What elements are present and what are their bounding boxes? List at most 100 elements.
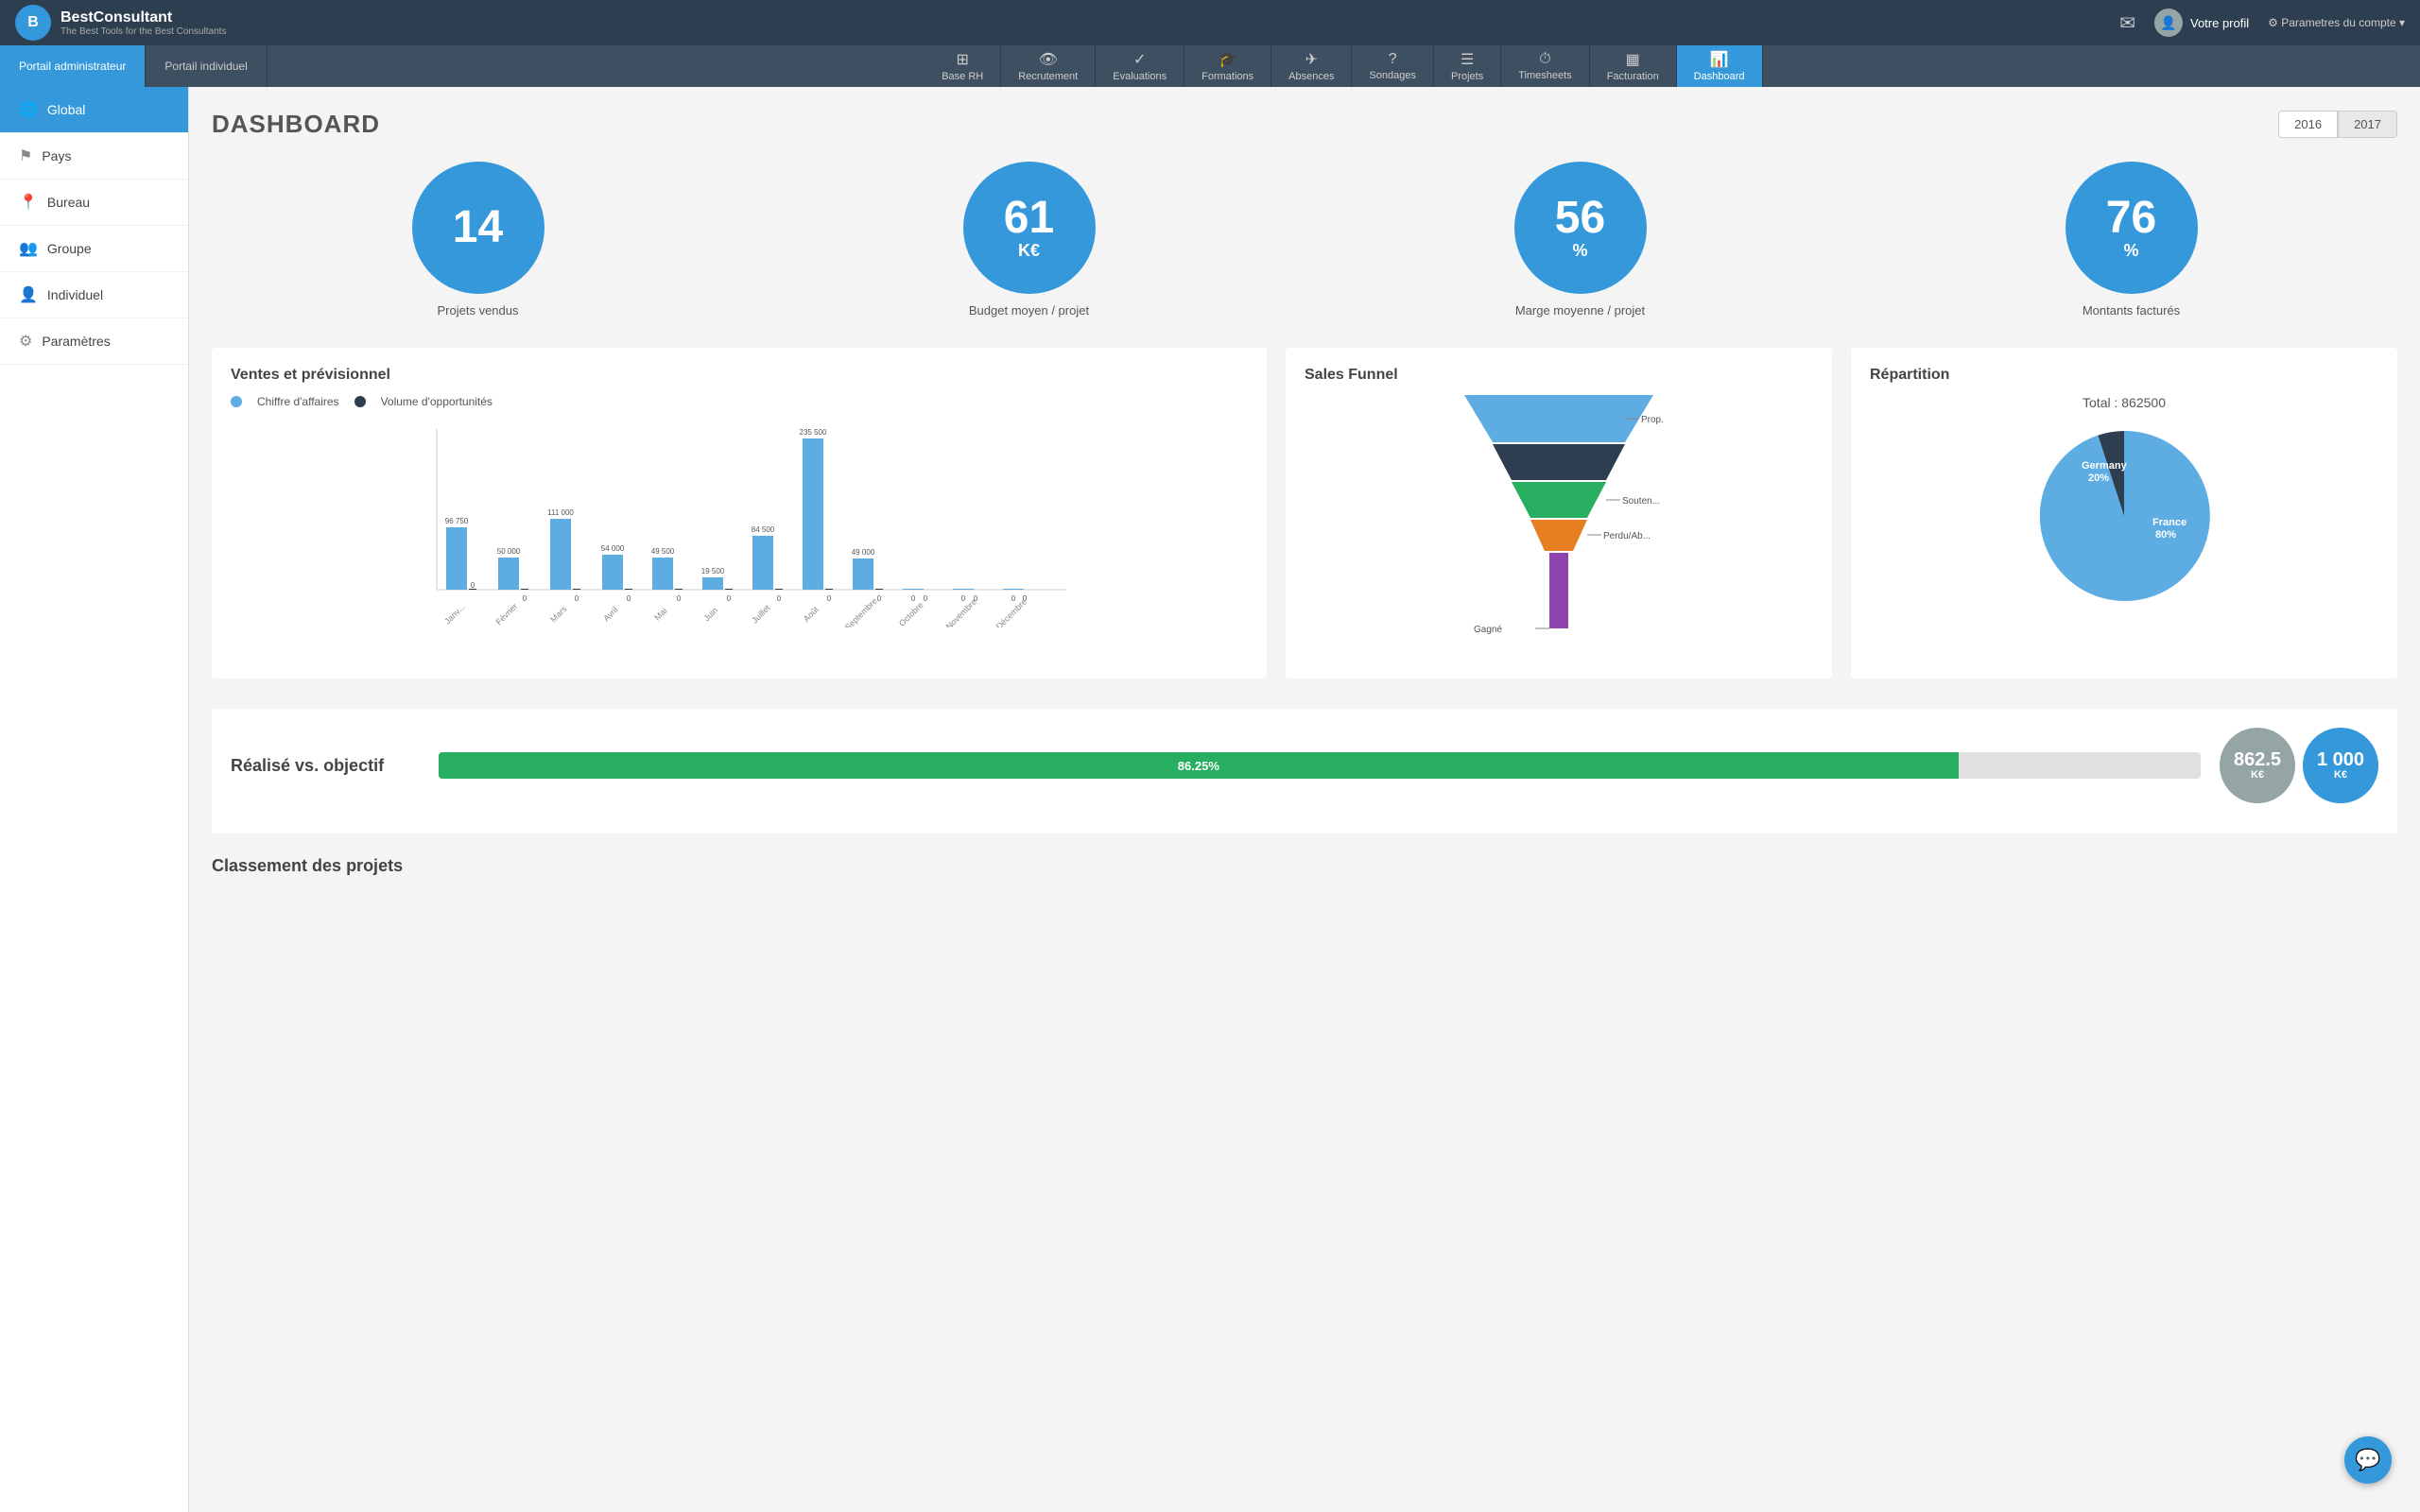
kpi-projets-vendus: 14 Projets vendus [412, 162, 544, 318]
kpi-circle-marge: 56 % [1514, 162, 1647, 294]
bar-jul-blue [752, 536, 773, 590]
svg-text:France: France [2152, 517, 2187, 528]
bar-chart-box: Ventes et prévisionnel Chiffre d'affaire… [212, 348, 1267, 679]
sidebar-item-pays[interactable]: ⚑ Pays [0, 133, 188, 180]
badge-target-value: 1 000 [2317, 750, 2364, 769]
formations-icon: 🎓 [1219, 50, 1237, 69]
bar-chart-title: Ventes et prévisionnel [231, 367, 1248, 384]
absences-icon: ✈ [1305, 50, 1318, 69]
nav-evaluations[interactable]: ✓ Evaluations [1096, 45, 1184, 87]
bar-jan-blue [446, 527, 467, 590]
legend-blue-label: Chiffre d'affaires [257, 395, 339, 408]
funnel-area: Prop... Souten... Perdu/Ab... Gagné [1305, 395, 1813, 660]
timesheets-icon: ⏱ [1539, 51, 1550, 68]
pie-svg: France 80% Germany 20% [2030, 421, 2219, 610]
sidebar-item-global[interactable]: 🌐 Global [0, 87, 188, 133]
svg-text:19 500: 19 500 [701, 567, 725, 576]
svg-text:0: 0 [827, 594, 832, 603]
year-2017-button[interactable]: 2017 [2338, 111, 2397, 138]
nav-base-rh[interactable]: ⊞ Base RH [925, 45, 1001, 87]
kpi-montants: 76 % Montants facturés [2066, 162, 2198, 318]
mail-icon[interactable]: ✉ [2119, 11, 2135, 35]
funnel-svg: Prop... Souten... Perdu/Ab... Gagné [1455, 395, 1663, 660]
pie-chart-box: Répartition Total : 862500 France 80% Ge… [1851, 348, 2397, 679]
funnel-layer-3 [1512, 482, 1606, 518]
bar-feb-blue [498, 558, 519, 590]
funnel-layer-2 [1493, 444, 1625, 480]
bar-apr-blue [602, 555, 623, 590]
sidebar-item-parametres[interactable]: ⚙ Paramètres [0, 318, 188, 365]
svg-text:Juin: Juin [702, 606, 720, 624]
evaluations-icon: ✓ [1133, 50, 1146, 69]
year-buttons: 2016 2017 [2278, 111, 2397, 138]
kpi-budget: 61 K€ Budget moyen / projet [963, 162, 1096, 318]
svg-text:84 500: 84 500 [752, 525, 775, 534]
svg-text:Mai: Mai [652, 606, 668, 622]
charts-row: Ventes et prévisionnel Chiffre d'affaire… [212, 348, 2397, 679]
svg-text:49 500: 49 500 [651, 547, 675, 556]
sidebar-item-bureau[interactable]: 📍 Bureau [0, 180, 188, 226]
nav-facturation[interactable]: ▦ Facturation [1590, 45, 1677, 87]
sidebar: 🌐 Global ⚑ Pays 📍 Bureau 👥 Groupe 👤 Indi… [0, 87, 189, 1512]
bar-oct-blue [903, 589, 924, 590]
portal-tab-admin[interactable]: Portail administrateur [0, 45, 146, 87]
nav-absences[interactable]: ✈ Absences [1271, 45, 1352, 87]
bar-aug-blue [803, 438, 823, 590]
svg-text:0: 0 [471, 581, 475, 590]
kpi-value-montants: 76 [2106, 196, 2156, 241]
svg-text:0: 0 [961, 594, 966, 603]
funnel-layer-5 [1549, 553, 1568, 628]
profile-button[interactable]: 👤 Votre profil [2154, 9, 2249, 37]
funnel-chart-box: Sales Funnel [1286, 348, 1832, 679]
projets-icon: ☰ [1461, 50, 1474, 69]
progress-bar-fill: 86.25% [439, 752, 1959, 779]
progress-section: Réalisé vs. objectif 86.25% 862.5 K€ 1 0… [212, 709, 2397, 833]
nav-projets[interactable]: ☰ Projets [1434, 45, 1501, 87]
base-rh-icon: ⊞ [957, 50, 969, 69]
settings-button[interactable]: ⚙ Parametres du compte ▾ [2268, 16, 2405, 29]
nav-sondages[interactable]: ? Sondages [1352, 45, 1434, 87]
brand: B BestConsultant The Best Tools for the … [15, 5, 226, 41]
individuel-icon: 👤 [19, 285, 38, 304]
svg-text:Octobre: Octobre [897, 600, 925, 627]
svg-text:50 000: 50 000 [497, 547, 521, 556]
bar-jun-blue [702, 577, 723, 590]
svg-text:0: 0 [924, 594, 928, 603]
pie-area: France 80% Germany 20% [1870, 421, 2378, 610]
svg-text:0: 0 [1011, 594, 1016, 603]
badge-target-unit: K€ [2334, 769, 2347, 781]
bar-mar-dark [573, 589, 580, 590]
kpi-unit-budget: K€ [1018, 241, 1040, 261]
bureau-icon: 📍 [19, 193, 38, 212]
kpi-label-projets: Projets vendus [438, 303, 519, 318]
sondages-icon: ? [1389, 51, 1397, 68]
bar-may-blue [652, 558, 673, 590]
nav-dashboard[interactable]: 📊 Dashboard [1677, 45, 1763, 87]
svg-text:0: 0 [777, 594, 782, 603]
svg-text:96 750: 96 750 [445, 517, 469, 525]
dashboard-header: DASHBOARD 2016 2017 [212, 110, 2397, 139]
year-2016-button[interactable]: 2016 [2278, 111, 2338, 138]
chat-button[interactable]: 💬 [2344, 1436, 2392, 1484]
svg-text:20%: 20% [2088, 472, 2109, 484]
nav-recrutement[interactable]: 👁 Recrutement [1001, 45, 1096, 87]
legend-dark-dot [354, 396, 366, 407]
svg-text:Prop...: Prop... [1641, 415, 1663, 425]
portal-tab-individual[interactable]: Portail individuel [146, 45, 267, 87]
sidebar-item-groupe[interactable]: 👥 Groupe [0, 226, 188, 272]
sidebar-item-individuel[interactable]: 👤 Individuel [0, 272, 188, 318]
brand-tagline: The Best Tools for the Best Consultants [60, 26, 226, 37]
classement-title: Classement des projets [212, 856, 2397, 876]
bar-dec-blue [1003, 589, 1024, 590]
groupe-icon: 👥 [19, 239, 38, 258]
top-nav: B BestConsultant The Best Tools for the … [0, 0, 2420, 45]
kpi-value-projets: 14 [453, 205, 503, 250]
page-title: DASHBOARD [212, 110, 380, 139]
profile-label: Votre profil [2190, 16, 2249, 30]
content: DASHBOARD 2016 2017 14 Projets vendus 61… [189, 87, 2420, 1512]
chat-icon: 💬 [2355, 1448, 2380, 1472]
main-layout: 🌐 Global ⚑ Pays 📍 Bureau 👥 Groupe 👤 Indi… [0, 87, 2420, 1512]
nav-formations[interactable]: 🎓 Formations [1184, 45, 1271, 87]
kpi-row: 14 Projets vendus 61 K€ Budget moyen / p… [212, 162, 2397, 318]
nav-timesheets[interactable]: ⏱ Timesheets [1501, 45, 1589, 87]
